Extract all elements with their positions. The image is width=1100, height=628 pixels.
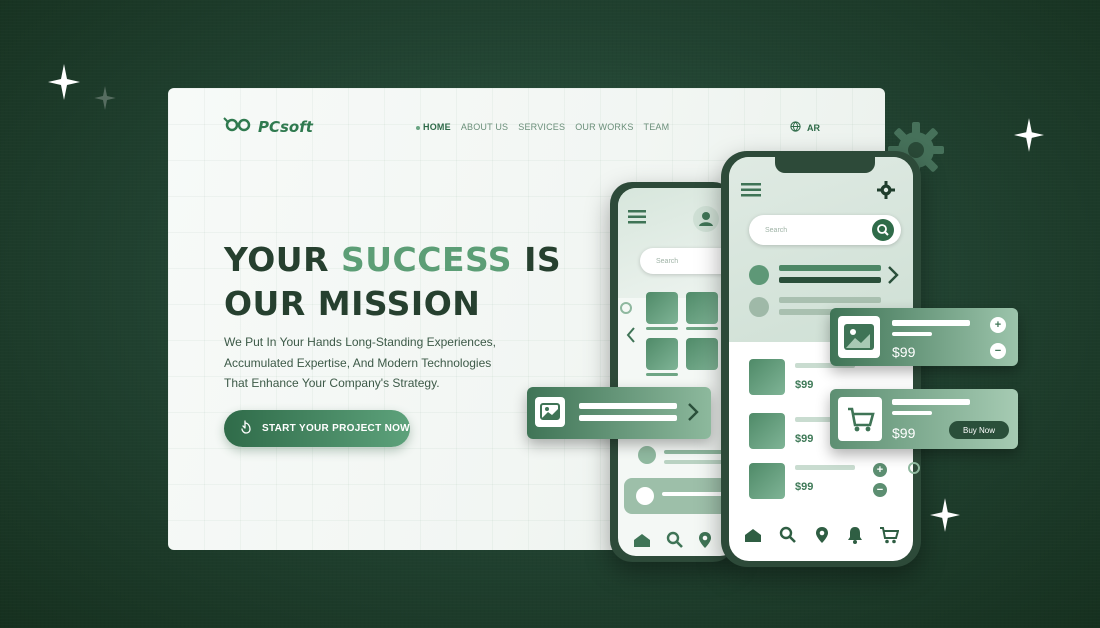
nav-item-team[interactable]: TEAM (644, 122, 670, 132)
sparkle-icon (930, 498, 960, 532)
image-thumb (686, 292, 718, 324)
image-icon (838, 316, 880, 358)
location-icon[interactable] (698, 531, 712, 554)
text-bar (579, 415, 677, 421)
nav-item-services[interactable]: SERVICES (518, 122, 565, 132)
floating-product-card[interactable]: $99 + − (830, 308, 1018, 366)
search-placeholder: Search (765, 226, 788, 234)
text-bar (646, 327, 678, 330)
text-bar (664, 460, 724, 464)
list-dot (749, 265, 769, 285)
list-dot (749, 297, 769, 317)
location-icon[interactable] (815, 526, 829, 549)
language-switch[interactable]: AR (790, 121, 820, 134)
buy-now-button[interactable]: Buy Now (949, 421, 1009, 439)
avatar[interactable] (693, 206, 719, 232)
text-bar (579, 403, 677, 409)
product-price: $99 (795, 481, 814, 493)
hero-title: YOUR SUCCESS IS OUR MISSION (224, 238, 561, 326)
text-bar (646, 373, 678, 376)
hero-title-part: IS (512, 240, 562, 279)
home-icon[interactable] (743, 527, 763, 548)
decor-ring (620, 302, 632, 314)
text-bar (892, 411, 932, 415)
logo[interactable]: PCsoft (222, 114, 313, 139)
product-image (749, 359, 785, 395)
search-icon[interactable] (779, 526, 797, 549)
image-thumb (686, 338, 718, 370)
sparkle-icon (48, 64, 80, 100)
phone-back: Search (610, 182, 738, 562)
chevron-right-icon[interactable] (687, 402, 699, 427)
text-bar (892, 399, 970, 405)
chevron-right-icon[interactable] (887, 265, 899, 290)
tap-icon (240, 420, 252, 437)
subtitle-line: We Put In Your Hands Long-Standing Exper… (224, 335, 496, 349)
floating-list-card[interactable] (527, 387, 711, 439)
list-dot (636, 487, 654, 505)
logo-text: PCsoft (258, 117, 313, 136)
bell-icon[interactable] (847, 526, 863, 549)
text-bar (795, 465, 855, 470)
image-thumb (646, 338, 678, 370)
decor-ring (908, 462, 920, 474)
search-icon[interactable] (666, 531, 684, 554)
minus-button[interactable]: − (873, 483, 887, 497)
hero-title-part: YOUR (224, 240, 341, 279)
list-dot (638, 446, 656, 464)
phone-back-screen: Search (618, 188, 738, 556)
minus-button[interactable]: − (990, 343, 1006, 359)
home-icon[interactable] (632, 532, 652, 553)
text-bar (892, 332, 932, 336)
nav-item-home[interactable]: HOME (416, 122, 451, 132)
product-image (749, 413, 785, 449)
product-price: $99 (795, 433, 814, 445)
screen-header-bg (618, 188, 738, 298)
language-label: AR (807, 122, 820, 133)
product-price: $99 (795, 379, 814, 391)
floating-cart-card[interactable]: $99 Buy Now (830, 389, 1018, 449)
settings-icon[interactable] (877, 181, 895, 204)
sparkle-icon (1014, 118, 1044, 152)
main-nav: HOME ABOUT US SERVICES OUR WORKS TEAM (416, 122, 669, 132)
hero-title-line2: OUR MISSION (224, 284, 481, 323)
chevron-left-icon[interactable] (626, 326, 636, 349)
hero-subtitle: We Put In Your Hands Long-Standing Exper… (224, 332, 524, 394)
cart-icon[interactable] (879, 526, 900, 549)
subtitle-line: That Enhance Your Company's Strategy. (224, 376, 440, 390)
search-icon[interactable] (872, 219, 894, 241)
active-dot (416, 125, 420, 130)
sparkle-icon (94, 86, 116, 110)
text-bar (779, 277, 881, 283)
phone-notch (775, 157, 875, 173)
text-bar (779, 297, 881, 303)
product-price: $99 (892, 425, 916, 441)
plus-button[interactable]: + (990, 317, 1006, 333)
product-price: $99 (892, 344, 916, 360)
product-image (749, 463, 785, 499)
nav-item-our-works[interactable]: OUR WORKS (575, 122, 633, 132)
image-thumb (646, 292, 678, 324)
start-project-button[interactable]: START YOUR PROJECT NOW (224, 410, 410, 447)
nav-label: HOME (423, 122, 451, 132)
cta-label: START YOUR PROJECT NOW (262, 423, 410, 434)
menu-icon[interactable] (741, 183, 761, 202)
globe-icon (790, 121, 801, 134)
plus-button[interactable]: + (873, 463, 887, 477)
image-icon (535, 397, 565, 427)
menu-icon[interactable] (628, 210, 646, 229)
text-bar (686, 327, 718, 330)
glasses-logo-icon (222, 114, 254, 139)
nav-item-about[interactable]: ABOUT US (461, 122, 508, 132)
subtitle-line: Accumulated Expertise, And Modern Techno… (224, 355, 492, 370)
text-bar (892, 320, 970, 326)
hero-title-accent: SUCCESS (340, 240, 513, 279)
text-bar (779, 265, 881, 271)
cart-icon (838, 397, 882, 441)
